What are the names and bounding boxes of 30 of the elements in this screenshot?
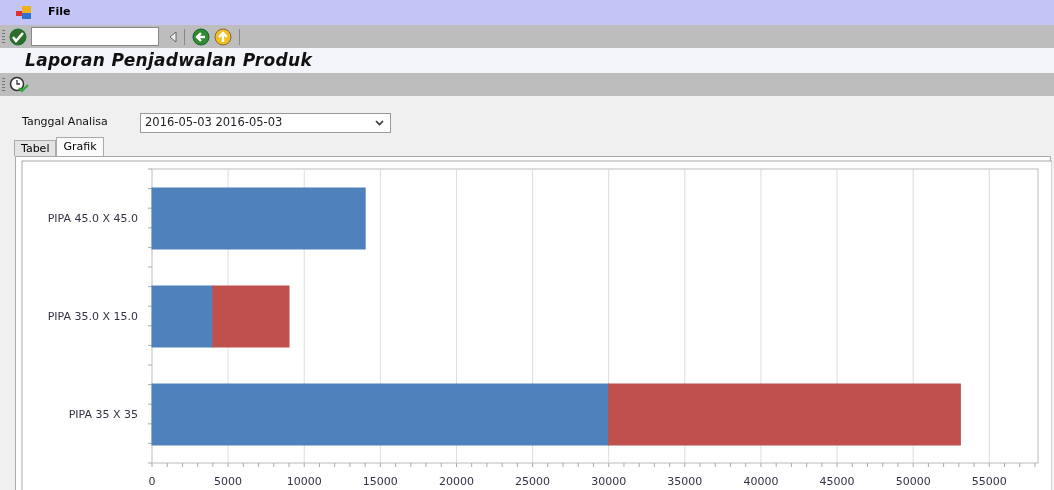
menu-item[interactable]: File bbox=[44, 4, 75, 21]
category-label: PIPA 45.0 X 45.0 bbox=[47, 212, 138, 225]
tab[interactable]: Grafik bbox=[56, 137, 104, 156]
category-label: PIPA 35.0 X 15.0 bbox=[47, 310, 138, 323]
toolbar-input-field[interactable] bbox=[31, 27, 159, 46]
chevron-down-icon bbox=[375, 119, 384, 126]
back-arrow-icon[interactable] bbox=[192, 27, 210, 46]
axis-tick-label: 15000 bbox=[362, 475, 398, 488]
up-arrow-icon[interactable] bbox=[214, 27, 232, 46]
axis-tick-label: 55000 bbox=[971, 475, 1007, 488]
axis-tick-label: 25000 bbox=[515, 475, 551, 488]
check-icon[interactable] bbox=[9, 27, 27, 46]
field-label: Tanggal Analisa bbox=[22, 114, 109, 131]
axis-tick-label: 45000 bbox=[819, 475, 855, 488]
category-label: PIPA 35 X 35 bbox=[68, 408, 138, 421]
axis-tick-label: 30000 bbox=[591, 475, 627, 488]
date-dropdown[interactable]: 2016-05-03 2016-05-03 bbox=[140, 112, 391, 133]
axis-tick-label: 50000 bbox=[895, 475, 931, 488]
bar bbox=[151, 285, 214, 348]
app-icon bbox=[16, 6, 32, 19]
axis-tick-label: 0 bbox=[148, 475, 156, 488]
axis-tick-label: 40000 bbox=[743, 475, 779, 488]
report-title: Laporan Penjadwalan Produk bbox=[25, 50, 312, 71]
axis-tick-label: 35000 bbox=[667, 475, 703, 488]
axis-tick-label: 10000 bbox=[286, 475, 322, 488]
axis-tick-label: 5000 bbox=[214, 475, 243, 488]
clock-check-icon[interactable] bbox=[9, 76, 29, 93]
tab[interactable]: Tabel bbox=[14, 140, 57, 156]
left-triangle-icon[interactable] bbox=[169, 30, 177, 43]
axis-tick-label: 20000 bbox=[438, 475, 474, 488]
